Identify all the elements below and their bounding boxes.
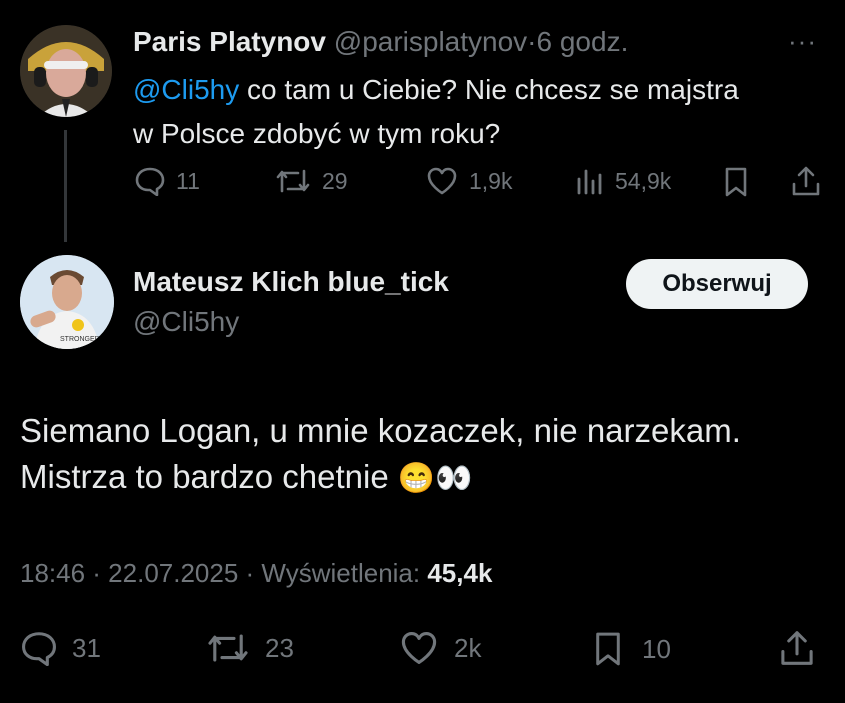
author-handle[interactable]: @parisplatynov	[334, 26, 527, 57]
heart-icon	[425, 166, 459, 196]
reply-tweet-text: Siemano Logan, u mnie kozaczek, nie narz…	[20, 408, 741, 502]
parent-tweet-text: @Cli5hy co tam u Ciebie? Nie chcesz se m…	[133, 68, 739, 156]
reply-retweet-button[interactable]: 23	[205, 630, 294, 666]
views-value: 45,4k	[427, 558, 493, 588]
thread-connector-line	[64, 130, 67, 242]
avatar-paris-platynov[interactable]	[20, 25, 112, 117]
like-count: 1,9k	[469, 167, 513, 194]
reply-text-line-2: Mistrza to bardzo chetnie	[20, 458, 389, 495]
tweet-time[interactable]: 6 godz.	[537, 26, 629, 57]
mention-link[interactable]: @Cli5hy	[133, 74, 239, 105]
reply-reply-button[interactable]: 31	[20, 630, 101, 666]
reply-bubble-icon	[20, 630, 58, 666]
views-bar-chart-icon	[575, 166, 605, 196]
retweet-count: 23	[265, 632, 294, 663]
parent-share-icon[interactable]	[790, 164, 822, 198]
reply-meta-line: 18:46 · 22.07.2025 · Wyświetlenia: 45,4k	[20, 558, 492, 589]
follow-button[interactable]: Obserwuj	[626, 259, 808, 309]
text-line-1: co tam u Ciebie? Nie chcesz se majstra	[239, 74, 739, 105]
bookmark-icon	[592, 630, 624, 668]
retweet-count: 29	[322, 167, 348, 194]
reply-count: 31	[72, 632, 101, 663]
reply-bookmark-button[interactable]: 10	[592, 630, 671, 668]
text-line-2: w Polsce zdobyć w tym roku?	[133, 118, 501, 149]
reply-count: 11	[176, 167, 200, 194]
reply-author-handle[interactable]: @Cli5hy	[133, 306, 239, 338]
retweet-icon	[205, 630, 251, 666]
bookmark-count: 10	[642, 633, 671, 664]
retweet-icon	[274, 166, 312, 196]
reply-author-name[interactable]: Mateusz Klich blue_tick	[133, 266, 449, 298]
reply-like-button[interactable]: 2k	[398, 630, 481, 666]
like-count: 2k	[454, 632, 482, 663]
emoji-grin-eyes: 😁👀	[397, 462, 473, 495]
heart-icon	[398, 630, 440, 666]
avatar-mateusz-klich[interactable]: STRONGER	[20, 255, 114, 349]
more-options-button[interactable]: ···	[788, 26, 817, 57]
views-count: 54,9k	[615, 167, 672, 194]
author-name[interactable]: Paris Platynov	[133, 26, 326, 57]
parent-bookmark-icon[interactable]	[722, 166, 750, 198]
reply-text-line-1: Siemano Logan, u mnie kozaczek, nie narz…	[20, 412, 741, 449]
parent-views-button[interactable]: 54,9k	[575, 166, 671, 196]
reply-bubble-icon	[134, 166, 166, 196]
parent-like-button[interactable]: 1,9k	[425, 166, 512, 196]
parent-retweet-button[interactable]: 29	[274, 166, 348, 196]
parent-reply-button[interactable]: 11	[134, 166, 200, 196]
reply-share-icon[interactable]	[778, 628, 816, 668]
tweet-timestamp[interactable]: 18:46 · 22.07.2025 ·	[20, 558, 261, 588]
svg-text:STRONGER: STRONGER	[60, 336, 100, 343]
parent-header: Paris Platynov @parisplatynov·6 godz.	[133, 26, 628, 58]
views-label: Wyświetlenia:	[261, 558, 428, 588]
separator-dot: ·	[527, 26, 537, 57]
